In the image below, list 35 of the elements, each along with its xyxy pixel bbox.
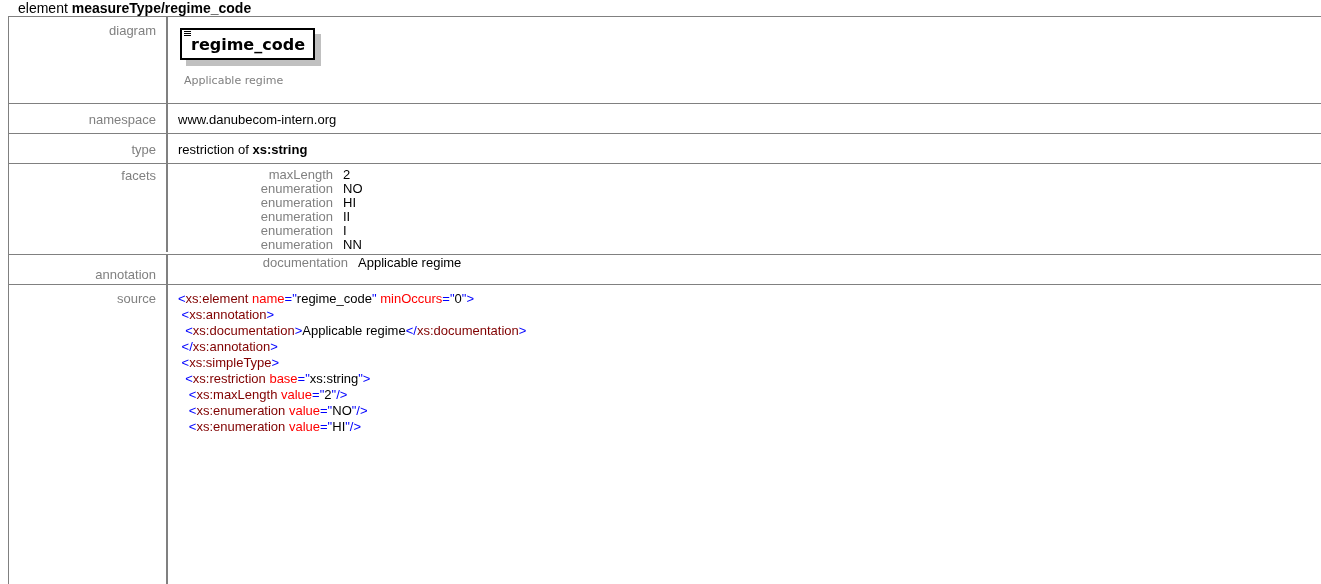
code-line: <xs:simpleType> xyxy=(180,355,281,371)
facet-value: I xyxy=(343,224,348,238)
facet-value: 2 xyxy=(343,168,352,182)
code-line: <xs:annotation> xyxy=(180,307,276,323)
facet-value: NN xyxy=(343,238,363,252)
facet-name: enumeration xyxy=(259,238,333,252)
page-heading: element measureType/regime_code xyxy=(17,0,253,16)
row-label: diagram xyxy=(9,17,168,103)
facet-name: enumeration xyxy=(259,210,333,224)
annotation-name: documentation xyxy=(261,256,348,270)
type-value: restriction of xs:string xyxy=(178,142,308,157)
namespace-value: www.danubecom-intern.org xyxy=(178,112,337,127)
facet-value: HI xyxy=(343,196,357,210)
code-line: <xs:enumeration value="NO"/> xyxy=(187,403,369,419)
row-label: namespace xyxy=(9,104,168,133)
element-name: regime_code xyxy=(191,35,305,54)
row-label: facets xyxy=(9,164,168,252)
code-line: </xs:annotation> xyxy=(180,339,279,355)
lines-icon xyxy=(184,31,191,37)
facet-name: maxLength xyxy=(267,168,333,182)
row-label: source xyxy=(9,285,168,584)
row-label: type xyxy=(9,134,168,163)
code-line: <xs:documentation>Applicable regime</xs:documentation> xyxy=(184,323,528,339)
facet-name: enumeration xyxy=(259,182,333,196)
code-line: <xs:restriction base="xs:string"> xyxy=(184,371,372,387)
element-caption: Applicable regime xyxy=(183,74,285,87)
annotation-value: Applicable regime xyxy=(358,256,462,270)
facet-value: NO xyxy=(343,182,363,196)
facet-name: enumeration xyxy=(259,196,333,210)
facet-value: II xyxy=(343,210,352,224)
code-line: <xs:element name="regime_code" minOccurs="0"> xyxy=(178,291,475,307)
facet-name: enumeration xyxy=(259,224,333,238)
code-line: <xs:maxLength value="2"/> xyxy=(187,387,349,403)
code-line: <xs:enumeration value="HI"/> xyxy=(187,419,363,435)
row-label: annotation xyxy=(9,255,168,284)
